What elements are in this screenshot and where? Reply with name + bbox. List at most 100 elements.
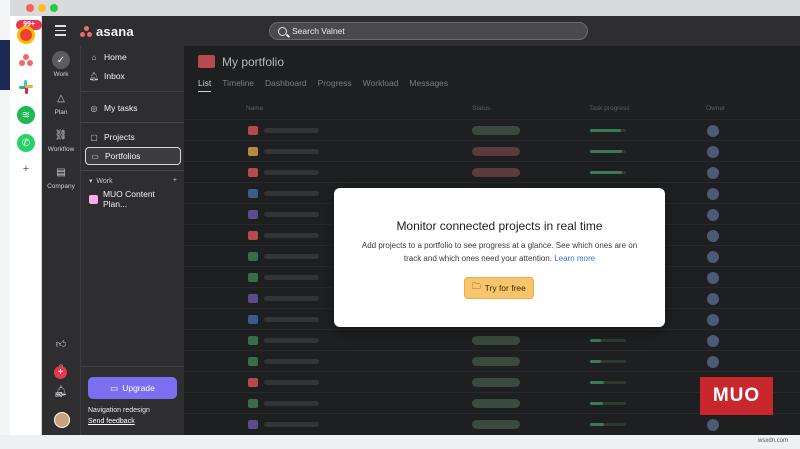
learn-more-link[interactable]: Learn more [554,254,595,263]
minimize-window-button[interactable] [38,4,46,12]
table-row[interactable] [184,140,800,161]
owner-avatar[interactable] [707,272,719,284]
sidebar-item-home[interactable]: ⌂ Home [85,48,181,66]
upgrade-button[interactable]: ▭ Upgrade [88,377,177,399]
table-row[interactable] [184,413,800,434]
status-badge[interactable] [472,336,520,345]
tab-list[interactable]: List [198,78,212,92]
try-for-free-label: Try for free [484,283,526,293]
task-progress-bar [590,171,626,174]
project-color-swatch [89,194,98,204]
portfolio-upsell-modal: Monitor connected projects in real time … [334,188,665,327]
status-badge[interactable] [472,378,520,387]
sidebar: ⌂ Home 🔔︎ Inbox ◎ My tasks ▢ Projects ▭ … [80,46,185,435]
owner-avatar[interactable] [707,125,719,137]
project-name-placeholder [264,128,319,133]
table-row[interactable] [184,329,800,350]
main-header: My portfolio List Timeline Dashboard Pro… [184,46,800,96]
status-badge[interactable] [472,168,520,177]
project-name-placeholder [264,191,319,196]
divider [81,122,185,123]
tab-progress[interactable]: Progress [318,78,352,92]
asana-app-icon[interactable] [17,51,35,69]
rail-item-workflow[interactable]: ⛓ Workflow [42,126,80,154]
chrome-app-icon[interactable] [17,26,35,44]
tab-timeline[interactable]: Timeline [222,78,254,92]
sidebar-item-my-tasks[interactable]: ◎ My tasks [85,99,181,117]
status-badge[interactable] [472,126,520,135]
chevron-down-icon: ▾ [89,178,93,185]
owner-avatar[interactable] [707,167,719,179]
modal-body-text: Add projects to a portfolio to see progr… [361,241,638,263]
column-header-status: Status [472,105,491,112]
sidebar-item-projects[interactable]: ▢ Projects [85,128,181,146]
owner-avatar[interactable] [707,209,719,221]
tab-dashboard[interactable]: Dashboard [265,78,307,92]
divider [81,170,185,171]
upgrade-label: Upgrade [122,383,155,393]
slack-app-icon[interactable] [17,78,35,96]
avatar[interactable] [54,412,70,428]
owner-avatar[interactable] [707,335,719,347]
asana-logo[interactable]: asana [80,23,134,39]
owner-avatar[interactable] [707,251,719,263]
project-icon [248,399,258,408]
bottom-strip [0,435,800,449]
tab-messages[interactable]: Messages [409,78,448,92]
tab-workload[interactable]: Workload [363,78,399,92]
thumbs-up-icon[interactable]: 👍︎ [42,338,80,350]
sidebar-section-header[interactable]: ▾ Work + [89,177,177,185]
owner-avatar[interactable] [707,293,719,305]
project-name-placeholder [264,380,319,385]
whatsapp-app-icon[interactable]: ✆ [17,134,35,152]
window-titlebar [10,0,800,16]
project-name-placeholder [264,170,319,175]
owner-avatar[interactable] [707,146,719,158]
divider [81,91,185,92]
sidebar-item-inbox[interactable]: 🔔︎ Inbox [85,67,181,85]
table-row[interactable] [184,119,800,140]
project-icon [248,126,258,135]
project-name-placeholder [264,422,319,427]
owner-avatar[interactable] [707,356,719,368]
try-for-free-button[interactable]: 🗀︎ Try for free [464,277,534,299]
close-window-button[interactable] [26,4,34,12]
plus-icon[interactable]: + [54,366,67,379]
project-name-placeholder [264,401,319,406]
add-app-icon[interactable]: + [19,162,33,176]
project-icon [248,357,258,366]
owner-avatar[interactable] [707,188,719,200]
task-progress-bar [590,381,626,384]
owner-avatar[interactable] [707,314,719,326]
owner-avatar[interactable] [707,230,719,242]
rail-item-plan[interactable]: △ Plan [42,89,80,117]
table-row[interactable] [184,350,800,371]
spotify-app-icon[interactable]: ≋ [17,106,35,124]
zoom-window-button[interactable] [50,4,58,12]
project-icon [248,378,258,387]
table-row[interactable] [184,161,800,182]
project-name-placeholder [264,254,319,259]
status-badge[interactable] [472,147,520,156]
owner-avatar[interactable] [707,419,719,431]
mail-icon[interactable]: ✉ [55,390,63,401]
status-badge[interactable] [472,420,520,429]
menu-toggle-icon[interactable] [55,25,66,36]
search-input[interactable] [292,26,572,36]
sidebar-item-label: Inbox [104,71,125,81]
rail-item-work[interactable]: ✓ Work [42,51,80,78]
send-feedback-link[interactable]: Send feedback [88,418,135,425]
sidebar-item-portfolios[interactable]: ▭ Portfolios [85,147,181,165]
sidebar-item-project[interactable]: MUO Content Plan... [85,189,181,209]
search-bar[interactable] [269,22,588,40]
asana-logo-icon [80,25,92,37]
status-badge[interactable] [472,357,520,366]
check-circle-icon: ◎ [90,103,98,113]
status-badge[interactable] [472,399,520,408]
rail-item-company[interactable]: ▤ Company [42,163,80,191]
rail-label: Work [53,71,69,78]
add-project-icon[interactable]: + [173,177,177,185]
top-bar: asana [42,16,800,46]
project-icon [248,273,258,282]
project-icon [248,315,258,324]
